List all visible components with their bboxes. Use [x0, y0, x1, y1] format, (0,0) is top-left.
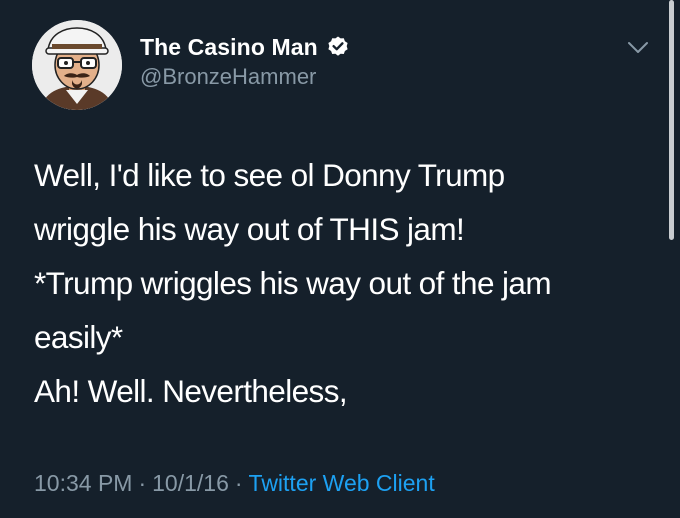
tweet-line: Well, I'd like to see ol Donny Trump [34, 157, 505, 193]
tweet-text: Well, I'd like to see ol Donny Trump wri… [34, 148, 654, 418]
tweet-line: wriggle his way out of THIS jam! [34, 211, 465, 247]
author-name-row[interactable]: The Casino Man [140, 32, 350, 62]
display-name[interactable]: The Casino Man [140, 34, 318, 61]
tweet-meta: 10:34 PM · 10/1/16 · Twitter Web Client [34, 470, 435, 497]
tweet-line: easily* [34, 319, 123, 355]
verified-badge-icon [326, 35, 350, 59]
tweet-date[interactable]: 10/1/16 [152, 470, 229, 496]
meta-separator: · [234, 470, 243, 496]
tweet-time[interactable]: 10:34 PM [34, 470, 132, 496]
tweet-line: *Trump wriggles his way out of the jam [34, 265, 552, 301]
chevron-down-icon[interactable] [626, 40, 650, 56]
scrollbar[interactable] [669, 0, 674, 240]
tweet-line: Ah! Well. Nevertheless, [34, 373, 348, 409]
author-handle[interactable]: @BronzeHammer [140, 64, 316, 90]
meta-separator: · [138, 470, 147, 496]
avatar[interactable] [32, 20, 122, 110]
tweet-client-link[interactable]: Twitter Web Client [249, 470, 435, 496]
cartoon-man-avatar-icon [32, 20, 122, 110]
